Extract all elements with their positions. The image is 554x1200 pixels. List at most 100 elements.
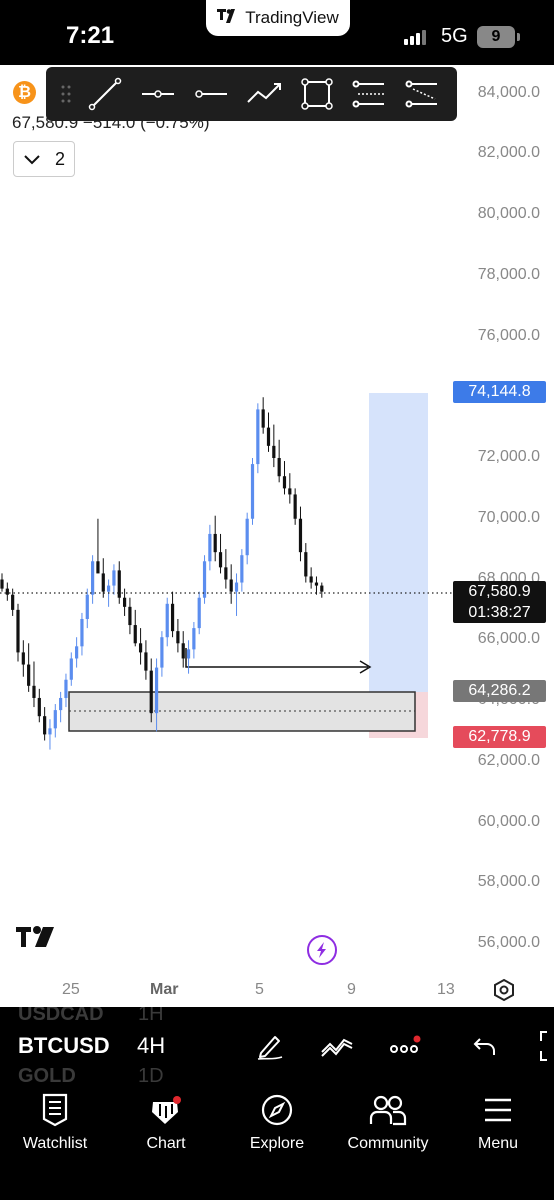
- parallel-channel-icon: [352, 80, 384, 108]
- ghost-symbol-above: USDCAD: [18, 1007, 104, 1025]
- candle-body: [186, 649, 191, 659]
- price-tick: 80,000.0: [477, 205, 540, 222]
- price-tick: 72,000.0: [477, 448, 540, 465]
- candle-body: [261, 409, 265, 428]
- time-tick: 25: [62, 981, 80, 998]
- lightning-icon[interactable]: [307, 935, 337, 965]
- candle-body: [154, 667, 159, 714]
- bitcoin-icon[interactable]: ₿: [13, 81, 36, 104]
- stop-price-label[interactable]: 62,778.9: [453, 726, 546, 748]
- indicators-icon[interactable]: [320, 1029, 354, 1063]
- candle-body: [128, 606, 132, 626]
- candle-body: [85, 594, 89, 619]
- indicators-collapse-button[interactable]: 2: [13, 141, 75, 177]
- drag-handle-icon[interactable]: [54, 79, 78, 109]
- candle-body: [64, 679, 68, 698]
- trend-line-tool[interactable]: [78, 74, 131, 114]
- nav-chart[interactable]: Chart: [111, 1091, 221, 1153]
- candle-body: [101, 573, 105, 592]
- position-target-zone[interactable]: [369, 393, 428, 692]
- horizontal-line-tool[interactable]: [131, 74, 184, 114]
- candle-body: [218, 552, 223, 568]
- nav-explore[interactable]: Explore: [222, 1091, 332, 1153]
- candle-body: [176, 631, 180, 644]
- indicator-count: 2: [54, 148, 65, 169]
- arrow-drawing[interactable]: [185, 648, 368, 668]
- candle-body: [144, 652, 148, 671]
- price-axis[interactable]: 84,000.0 82,000.0 80,000.0 78,000.0 76,000.0…: [450, 65, 554, 1007]
- ghost-interval-above: 1H: [138, 1007, 164, 1025]
- interval-selector[interactable]: 4H: [137, 1033, 165, 1059]
- parallel-channel-tool[interactable]: [343, 74, 396, 114]
- price-tick: 62,000.0: [477, 751, 540, 769]
- chart-toolbar[interactable]: USDCAD 1H BTCUSD 4H GOLD 1D: [0, 1007, 554, 1085]
- candle-body: [314, 582, 319, 586]
- path-tool[interactable]: [237, 74, 290, 114]
- community-icon: [369, 1091, 407, 1129]
- candle-body: [91, 561, 95, 595]
- network-type: 5G: [441, 25, 468, 47]
- nav-community[interactable]: Community: [333, 1091, 443, 1153]
- price-tick: 76,000.0: [477, 326, 540, 344]
- time-tick: 5: [255, 981, 264, 998]
- chart-settings-hexagon-icon[interactable]: [492, 978, 516, 1002]
- candle-body: [16, 609, 20, 653]
- candle-body: [133, 625, 137, 644]
- drawing-pen-icon[interactable]: [253, 1029, 287, 1063]
- price-tick: 66,000.0: [477, 630, 540, 648]
- time-tick: 9: [347, 981, 356, 998]
- candle-body: [229, 579, 233, 592]
- bottom-navigation[interactable]: Watchlist Chart Explore Community Menu: [0, 1085, 554, 1200]
- nav-explore-label: Explore: [249, 1135, 305, 1152]
- candle-body: [107, 585, 111, 592]
- tradingview-logo-icon: [16, 925, 60, 954]
- candle-body: [32, 685, 36, 698]
- candle-body: [37, 697, 41, 717]
- price-tick: 60,000.0: [477, 812, 540, 830]
- price-tick: 84,000.0: [477, 83, 540, 101]
- nav-community-label: Community: [347, 1135, 429, 1152]
- chevron-down-icon: [23, 149, 41, 170]
- horizontal-ray-tool[interactable]: [184, 74, 237, 114]
- price-tick: 56,000.0: [477, 934, 540, 951]
- candle-body: [75, 646, 79, 659]
- fullscreen-icon[interactable]: [530, 1029, 554, 1063]
- candle-body: [234, 582, 239, 592]
- nav-watchlist[interactable]: Watchlist: [0, 1091, 110, 1153]
- more-options-icon[interactable]: [388, 1029, 422, 1063]
- candle-body: [80, 618, 84, 647]
- candle-body: [11, 594, 15, 610]
- candle-body: [272, 445, 276, 458]
- entry-price-label[interactable]: 64,286.2: [453, 680, 546, 702]
- app-pill[interactable]: TradingView: [206, 0, 350, 36]
- candle-body: [213, 533, 217, 553]
- path-icon: [246, 83, 281, 103]
- candle-body: [117, 570, 121, 598]
- target-price-label[interactable]: 74,144.8: [453, 381, 546, 403]
- time-axis[interactable]: 25 Mar 5 9 13: [0, 975, 554, 1007]
- time-tick: 13: [437, 981, 455, 998]
- candle-body: [165, 603, 169, 638]
- candle-body: [224, 567, 228, 580]
- candle-body: [298, 518, 303, 553]
- regression-channel-tool[interactable]: [396, 74, 449, 114]
- current-price-value: 67,580.9: [468, 583, 531, 600]
- nav-menu[interactable]: Menu: [443, 1091, 553, 1153]
- price-tick: 70,000.0: [477, 508, 540, 526]
- trend-line-icon: [88, 77, 121, 111]
- candle-body: [277, 458, 281, 477]
- regression-channel-icon: [405, 80, 437, 108]
- candle-body: [309, 576, 313, 583]
- time-tick: Mar: [150, 981, 179, 998]
- rectangle-tool[interactable]: [290, 74, 343, 114]
- candle-body: [208, 533, 212, 562]
- price-tick: 58,000.0: [477, 873, 540, 891]
- chart-area[interactable]: 84,000.0 82,000.0 80,000.0 78,000.0 76,000.0…: [0, 65, 554, 1007]
- candle-body: [170, 603, 175, 632]
- candle-body: [245, 518, 249, 556]
- symbol-selector[interactable]: BTCUSD: [18, 1033, 110, 1059]
- undo-icon[interactable]: [468, 1029, 502, 1063]
- price-tick: 82,000.0: [477, 144, 540, 162]
- drawing-toolbar[interactable]: [46, 67, 457, 121]
- bar-countdown: 01:38:27: [468, 604, 531, 621]
